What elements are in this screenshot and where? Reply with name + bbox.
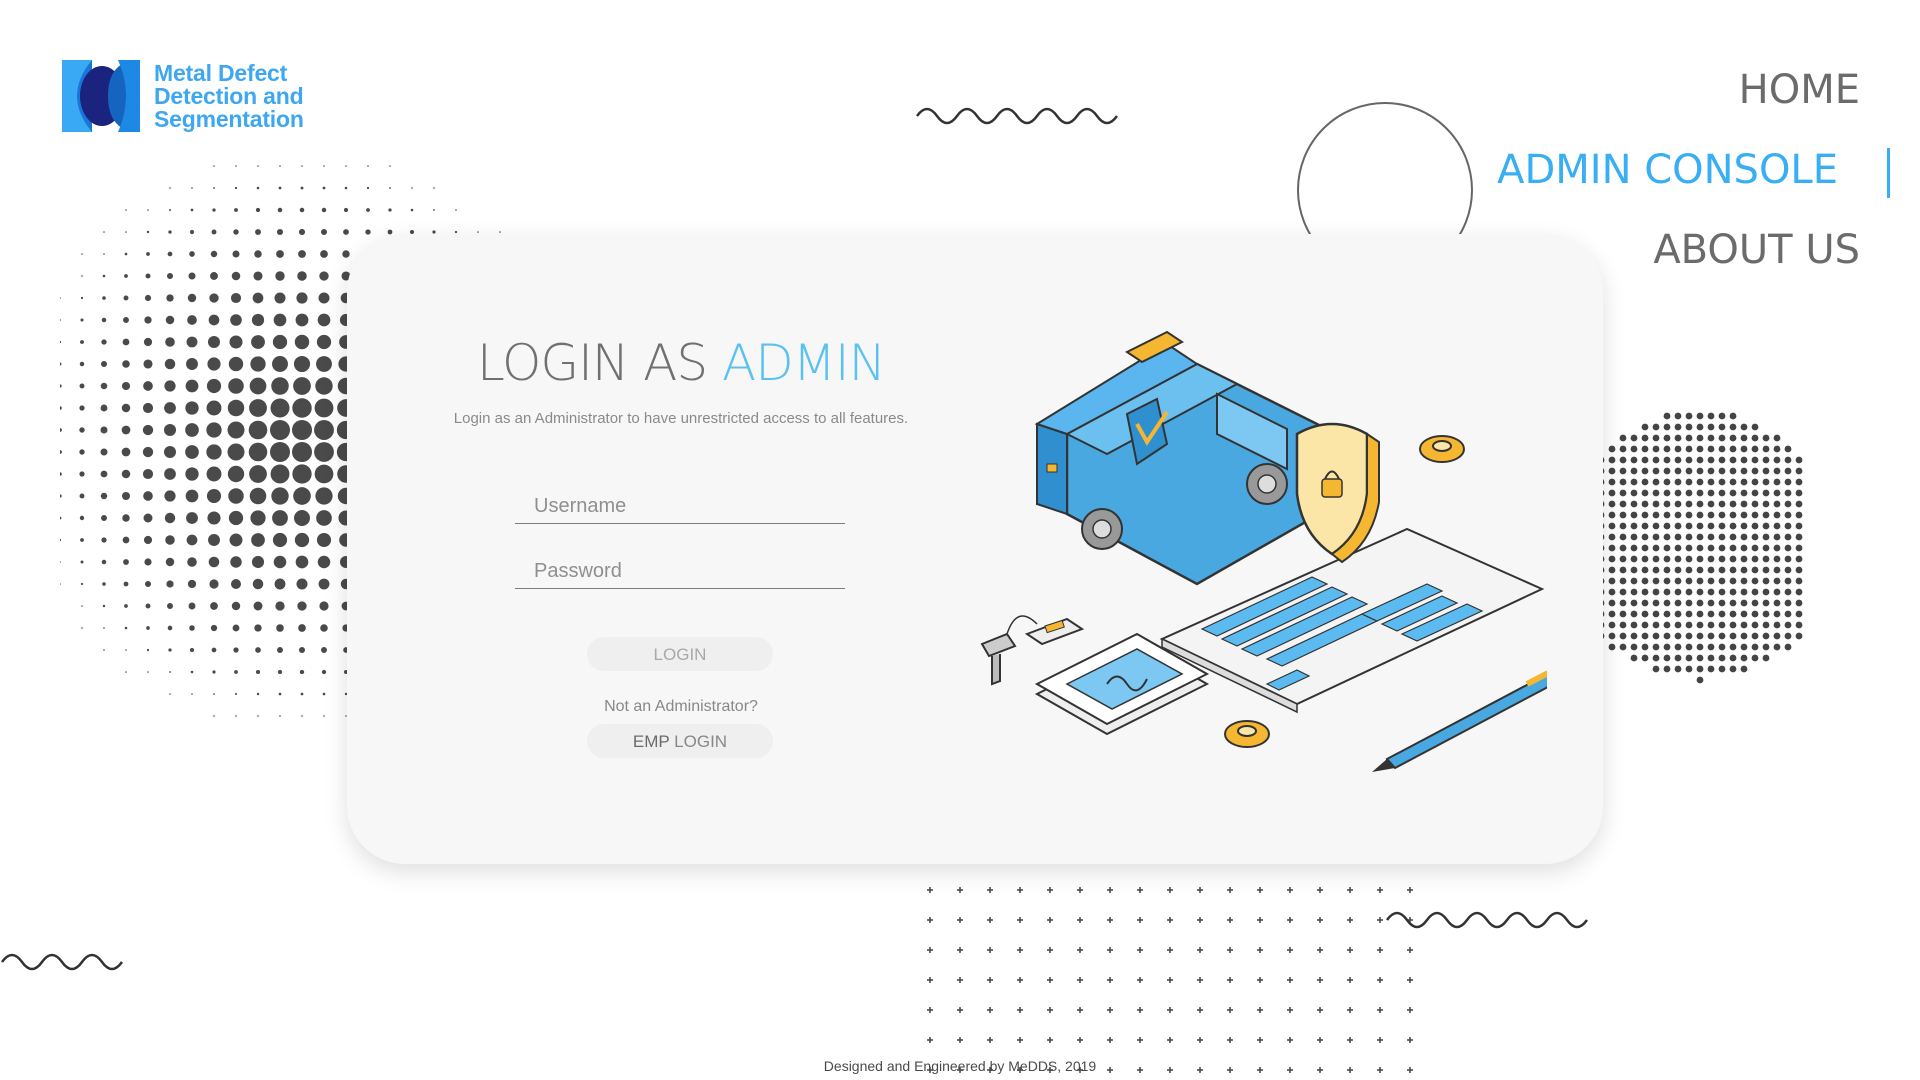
plus-grid-decoration [927,857,1413,1073]
brand-logo[interactable]: Metal Defect Detection and Segmentation [62,58,332,134]
squiggle-right-decoration [1385,911,1589,929]
squiggle-left-decoration [0,953,124,971]
halftone-right-decoration [1590,412,1803,684]
shield-illustration [1295,422,1380,564]
login-title-accent: ADMIN [722,334,886,392]
logo-icon [62,60,140,132]
login-panel: LOGIN AS ADMIN Login as an Administrator… [347,234,1007,864]
login-subtitle: Login as an Administrator to have unrest… [453,410,909,427]
security-van-illustration [980,330,1547,772]
brand-name: Metal Defect Detection and Segmentation [154,59,304,132]
brand-line-3: Segmentation [154,105,304,132]
emp-login-label: LOGIN [669,732,728,751]
emp-login-button[interactable]: EMP LOGIN [587,724,773,758]
login-card: LOGIN AS ADMIN Login as an Administrator… [347,234,1603,864]
login-button[interactable]: LOGIN [587,637,773,671]
nav-admin-console[interactable]: ADMIN CONSOLE [1470,140,1890,220]
brand-line-1: Metal Defect [154,59,288,86]
van-illustration [1034,330,1339,586]
footer-credit: Designed and Engineered by MeDDS, 2019 [823,1058,1097,1074]
login-title-prefix: LOGIN AS [476,334,723,392]
pen-illustration [1372,670,1547,772]
brand-line-2: Detection and [154,82,304,109]
password-input[interactable] [515,555,845,589]
not-admin-text: Not an Administrator? [604,698,758,715]
emp-label: EMP [632,732,670,751]
page: Metal Defect Detection and Segmentation … [0,0,1920,1080]
login-title: LOGIN AS ADMIN [347,334,1015,392]
username-input[interactable] [515,490,845,524]
squiggle-top-decoration [915,107,1119,125]
nav-home[interactable]: HOME [1470,60,1890,140]
